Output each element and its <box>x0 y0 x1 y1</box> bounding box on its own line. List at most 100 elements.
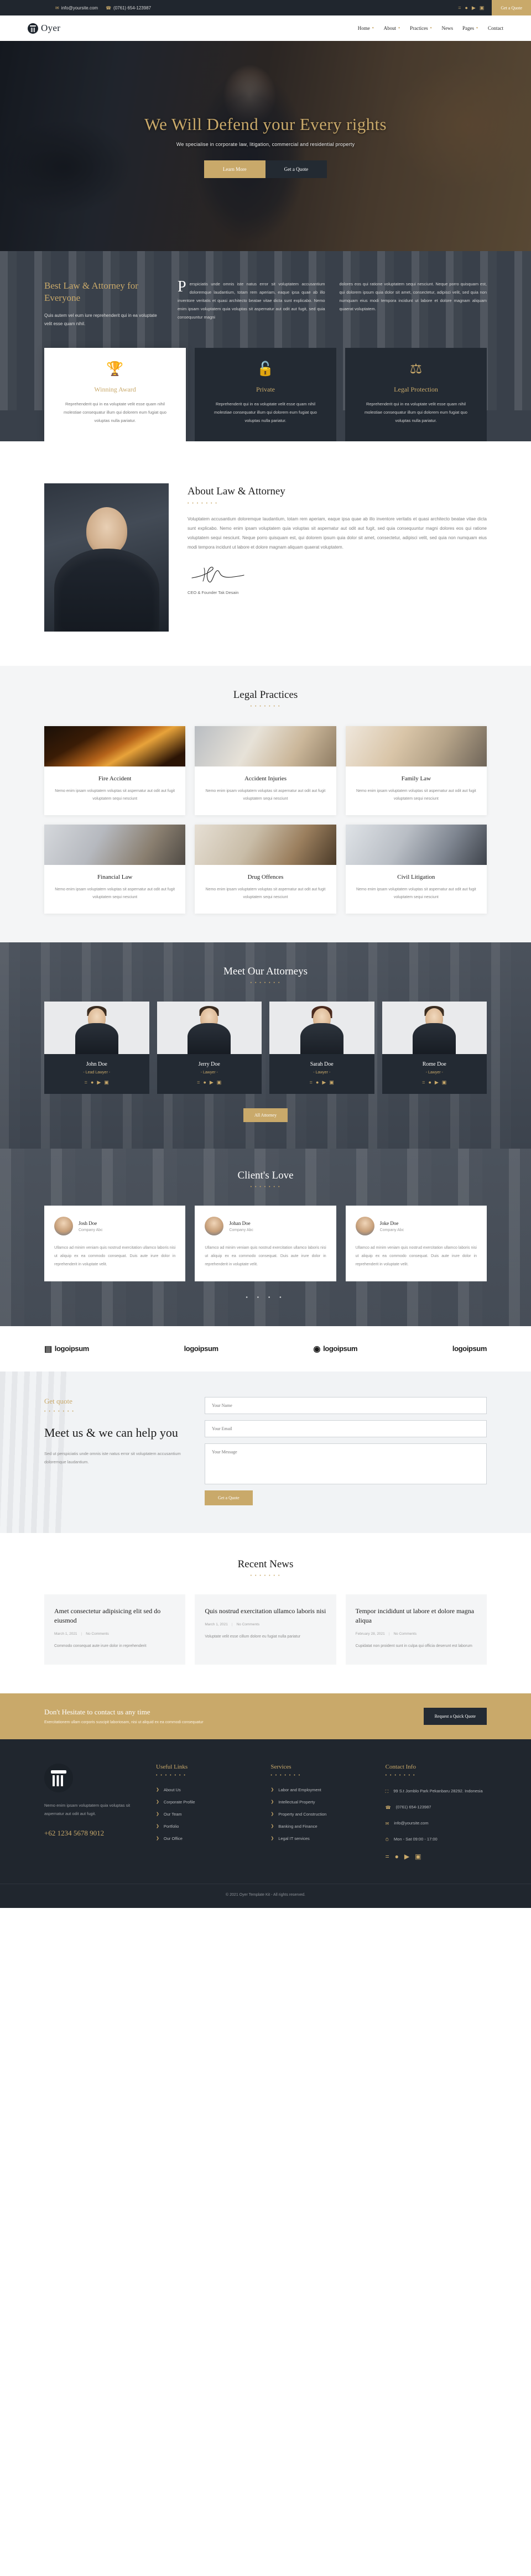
about-photo <box>44 483 169 632</box>
practice-card[interactable]: Drug Offences Nemo enim ipsam voluptatem… <box>195 825 336 914</box>
nav-item-news[interactable]: News <box>442 25 454 31</box>
testimonials-title: Client's Love <box>237 1170 294 1182</box>
message-textarea[interactable] <box>205 1443 487 1484</box>
youtube-icon[interactable]: ▶ <box>435 1080 439 1086</box>
facebook-icon[interactable]: = <box>197 1080 200 1086</box>
chevron-right-icon: ❯ <box>156 1788 159 1792</box>
attorney-card[interactable]: John Doe - Lead Lawyer - = ● ▶ ▣ <box>44 1002 149 1094</box>
footer-link-portfolio[interactable]: ❯ Portfolio <box>156 1824 257 1829</box>
footer-link-corporate-profile[interactable]: ❯ Corporate Profile <box>156 1800 257 1805</box>
attorney-name: John Doe <box>86 1061 107 1068</box>
instagram-icon[interactable]: ▣ <box>104 1080 109 1086</box>
news-card[interactable]: Tempor incididunt ut labore et dolore ma… <box>345 1594 487 1665</box>
chevron-right-icon: ❯ <box>156 1812 159 1817</box>
name-input[interactable] <box>205 1396 487 1414</box>
instagram-icon[interactable]: ▣ <box>415 1853 421 1860</box>
attorney-card[interactable]: Rome Doe - Lawyer - = ● ▶ ▣ <box>382 1002 487 1094</box>
topbar-phone[interactable]: ☎ (0761) 654-123987 <box>106 6 151 11</box>
attorney-card[interactable]: Sarah Doe - Lawyer - = ● ▶ ▣ <box>269 1002 374 1094</box>
footer-link-label: Portfolio <box>163 1823 179 1829</box>
footer-link-our-team[interactable]: ❯ Our Team <box>156 1812 257 1817</box>
chevron-right-icon: ❯ <box>270 1788 274 1792</box>
facebook-icon[interactable]: = <box>386 1853 389 1860</box>
chevron-right-icon: ❯ <box>156 1837 159 1841</box>
hero-get-quote-button[interactable]: Get a Quote <box>265 160 327 178</box>
twitter-icon[interactable]: ● <box>203 1080 206 1086</box>
top-bar: ✉ info@yoursite.com ☎ (0761) 654-123987 … <box>0 0 531 15</box>
site-logo[interactable]: Oyer <box>28 23 60 34</box>
twitter-icon[interactable]: ● <box>465 5 467 11</box>
footer-service-labor-employment[interactable]: ❯ Labor and Employment <box>270 1787 372 1792</box>
nav-item-practices[interactable]: Practices ▼ <box>410 25 432 31</box>
youtube-icon[interactable]: ▶ <box>210 1080 214 1086</box>
feature-card-legal-protection[interactable]: ⚖ Legal Protection Reprehenderit qui in … <box>345 348 487 442</box>
facebook-icon[interactable]: = <box>458 5 461 11</box>
avatar <box>54 1217 73 1236</box>
twitter-icon[interactable]: ● <box>428 1080 431 1086</box>
practice-card[interactable]: Accident Injuries Nemo enim ipsam volupt… <box>195 726 336 816</box>
footer-link-our-office[interactable]: ❯ Our Office <box>156 1836 257 1841</box>
nav-item-home[interactable]: Home ▼ <box>358 25 374 31</box>
cta-request-quote-button[interactable]: Request a Quick Quote <box>423 1707 487 1725</box>
news-comments: No Comments <box>236 1622 260 1626</box>
twitter-icon[interactable]: ● <box>395 1853 399 1860</box>
footer-contact-email[interactable]: ✉ info@yoursite.com <box>386 1819 487 1828</box>
news-comments: No Comments <box>393 1631 417 1636</box>
topbar-email[interactable]: ✉ info@yoursite.com <box>55 6 98 11</box>
footer-service-intellectual-property[interactable]: ❯ Intellectual Property <box>270 1800 372 1805</box>
youtube-icon[interactable]: ▶ <box>404 1853 409 1860</box>
feature-text: Reprehenderit qui in ea voluptate velit … <box>365 401 467 424</box>
practice-card[interactable]: Civil Litigation Nemo enim ipsam volupta… <box>345 825 487 914</box>
footer-phone[interactable]: +62 1234 5678 9012 <box>44 1829 143 1838</box>
footer-service-banking-finance[interactable]: ❯ Banking and Finance <box>270 1824 372 1829</box>
practice-card[interactable]: Fire Accident Nemo enim ipsam voluptatem… <box>44 726 186 816</box>
footer-contact-phone[interactable]: ☎ (0761) 654-123987 <box>386 1803 487 1812</box>
best-law-title: Best Law & Attorney for Everyone <box>44 280 138 304</box>
facebook-icon[interactable]: = <box>422 1080 425 1086</box>
testimonial-text: Ullamco ad minim veniam quis nostrud exe… <box>355 1246 477 1266</box>
news-card[interactable]: Quis nostrud exercitation ullamco labori… <box>195 1594 336 1665</box>
email-input[interactable] <box>205 1420 487 1437</box>
facebook-icon[interactable]: = <box>310 1080 313 1086</box>
footer-email-text: info@yoursite.com <box>394 1820 429 1826</box>
carousel-pagination-dots[interactable]: • • • • <box>44 1295 487 1301</box>
instagram-icon[interactable]: ▣ <box>480 5 485 11</box>
attorney-role: - Lawyer - <box>200 1071 218 1075</box>
all-attorney-button[interactable]: All Attorney <box>243 1108 288 1123</box>
instagram-icon[interactable]: ▣ <box>329 1080 334 1086</box>
instagram-icon[interactable]: ▣ <box>217 1080 222 1086</box>
youtube-icon[interactable]: ▶ <box>97 1080 101 1086</box>
main-navigation: Oyer Home ▼ About ▼ Practices ▼ News Pag… <box>0 15 531 41</box>
footer-link-about-us[interactable]: ❯ About Us <box>156 1787 257 1792</box>
topbar-get-quote-button[interactable]: Get a Quote <box>492 0 531 15</box>
instagram-icon[interactable]: ▣ <box>442 1080 447 1086</box>
hero-learn-more-button[interactable]: Learn More <box>204 160 266 178</box>
twitter-icon[interactable]: ● <box>91 1080 93 1086</box>
nav-item-pages[interactable]: Pages ▼ <box>462 25 478 31</box>
feature-card-private[interactable]: 🔓 Private Reprehenderit qui in ea volupt… <box>195 348 336 442</box>
footer-service-legal-it[interactable]: ❯ Legal IT services <box>270 1836 372 1841</box>
nav-item-about[interactable]: About ▼ <box>384 25 400 31</box>
submit-quote-button[interactable]: Get a Quote <box>205 1490 253 1505</box>
feature-title: Winning Award <box>94 385 136 394</box>
youtube-icon[interactable]: ▶ <box>322 1080 326 1086</box>
attorney-card[interactable]: Jerry Doe - Lawyer - = ● ▶ ▣ <box>157 1002 262 1094</box>
facebook-icon[interactable]: = <box>85 1080 87 1086</box>
feature-card-winning-award[interactable]: 🏆 Winning Award Reprehenderit qui in ea … <box>44 348 186 442</box>
youtube-icon[interactable]: ▶ <box>472 5 476 11</box>
nav-label: Pages <box>462 25 475 31</box>
hero-subtitle: We specialise in corporate law, litigati… <box>176 141 355 147</box>
twitter-icon[interactable]: ● <box>316 1080 319 1086</box>
practice-card[interactable]: Family Law Nemo enim ipsam voluptatem vo… <box>345 726 487 816</box>
footer-service-property-construction[interactable]: ❯ Property and Construction <box>270 1812 372 1817</box>
news-card[interactable]: Amet consectetur adipisicing elit sed do… <box>44 1594 186 1665</box>
practice-text: Nemo enim ipsam voluptatem voluptas sit … <box>205 789 326 801</box>
testimonials-section: Client's Love • • • • • • • Josh Doe Com… <box>0 1149 531 1326</box>
nav-item-contact[interactable]: Contact <box>488 25 503 31</box>
testimonial-name: Joke Doe <box>379 1220 399 1226</box>
practice-card[interactable]: Financial Law Nemo enim ipsam voluptatem… <box>44 825 186 914</box>
envelope-icon: ✉ <box>55 5 59 11</box>
clock-icon: ⏱ <box>385 1837 389 1842</box>
news-date: March 1, 2021 <box>205 1622 228 1626</box>
topbar-socials: = ● ▶ ▣ <box>458 5 492 11</box>
